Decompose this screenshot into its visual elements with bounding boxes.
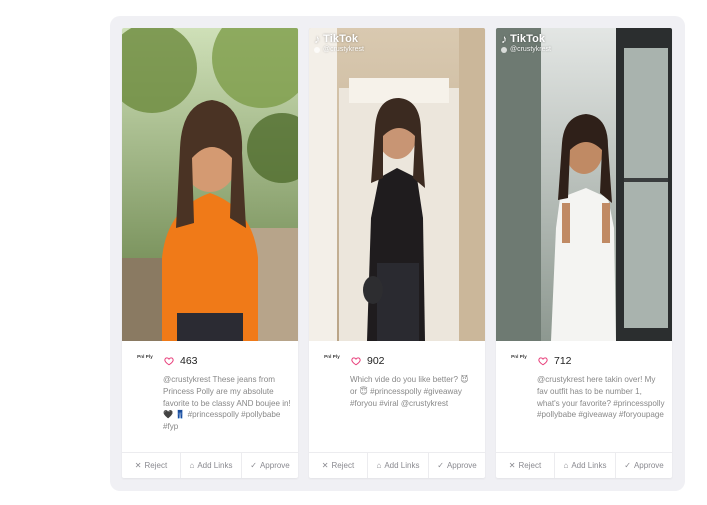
reject-button[interactable]: ✕ Reject [122, 453, 180, 478]
approve-button[interactable]: ✓ Approve [616, 453, 672, 478]
check-icon: ✓ [437, 461, 444, 470]
post-caption: @crustykrest These jeans from Princess P… [163, 375, 291, 432]
user-icon [314, 46, 320, 53]
post-media-2[interactable]: ♪ TikTok @crustykrest [309, 28, 485, 341]
tag-icon: ⌂ [563, 461, 569, 470]
post-media-3[interactable]: ♪ TikTok @crustykrest [496, 28, 672, 341]
reject-button[interactable]: ✕ Reject [309, 453, 367, 478]
heart-icon [538, 357, 548, 366]
ugc-card-1: Pnl Ply 463 @crustykrest These jeans fro… [122, 28, 298, 478]
like-count-row: 463 [164, 355, 198, 367]
post-photo-1 [122, 28, 298, 341]
user-icon [501, 46, 507, 53]
tiktok-watermark: ♪ TikTok @crustykrest [314, 32, 364, 53]
brand-logo: Pnl Ply [511, 354, 527, 359]
reject-button[interactable]: ✕ Reject [496, 453, 554, 478]
card-actions: ✕ Reject ⌂ Add Links ✓ Approve [496, 452, 672, 478]
add-links-button[interactable]: ⌂ Add Links [554, 453, 616, 478]
approve-button[interactable]: ✓ Approve [242, 453, 298, 478]
add-links-button[interactable]: ⌂ Add Links [180, 453, 242, 478]
x-icon: ✕ [321, 461, 329, 470]
tiktok-watermark: ♪ TikTok @crustykrest [501, 32, 551, 53]
check-icon: ✓ [624, 461, 631, 470]
ugc-review-panel: Pnl Ply 463 @crustykrest These jeans fro… [110, 16, 685, 491]
card-actions: ✕ Reject ⌂ Add Links ✓ Approve [122, 452, 298, 478]
like-count-row: 902 [351, 355, 385, 367]
ugc-card-list: Pnl Ply 463 @crustykrest These jeans fro… [122, 28, 672, 478]
add-links-button[interactable]: ⌂ Add Links [367, 453, 429, 478]
brand-logo: Pnl Ply [137, 354, 153, 359]
post-caption: @crustykrest here takin over! My fav out… [537, 375, 665, 420]
tag-icon: ⌂ [189, 461, 195, 470]
post-photo-3 [496, 28, 672, 341]
post-media-1[interactable] [122, 28, 298, 341]
post-meta-1: Pnl Ply 463 @crustykrest These jeans fro… [122, 341, 298, 437]
ugc-card-2: ♪ TikTok @crustykrest Pnl Ply 902 Which v… [309, 28, 485, 478]
card-actions: ✕ Reject ⌂ Add Links ✓ Approve [309, 452, 485, 478]
x-icon: ✕ [508, 461, 516, 470]
tag-icon: ⌂ [376, 461, 382, 470]
ugc-card-3: ♪ TikTok @crustykrest Pnl Ply 712 @crusty… [496, 28, 672, 478]
tiktok-note-icon: ♪ [501, 32, 508, 46]
check-icon: ✓ [250, 461, 257, 470]
post-photo-2 [309, 28, 485, 341]
post-meta-2: Pnl Ply 902 Which vide do you like bette… [309, 341, 485, 437]
heart-icon [164, 357, 174, 366]
like-count: 902 [367, 355, 385, 367]
heart-icon [351, 357, 361, 366]
brand-logo: Pnl Ply [324, 354, 340, 359]
tiktok-note-icon: ♪ [314, 32, 321, 46]
like-count: 712 [554, 355, 572, 367]
like-count: 463 [180, 355, 198, 367]
like-count-row: 712 [538, 355, 572, 367]
post-caption: Which vide do you like better? 😈 or 😇 #p… [350, 375, 469, 408]
approve-button[interactable]: ✓ Approve [429, 453, 485, 478]
x-icon: ✕ [134, 461, 142, 470]
post-meta-3: Pnl Ply 712 @crustykrest here takin over… [496, 341, 672, 437]
